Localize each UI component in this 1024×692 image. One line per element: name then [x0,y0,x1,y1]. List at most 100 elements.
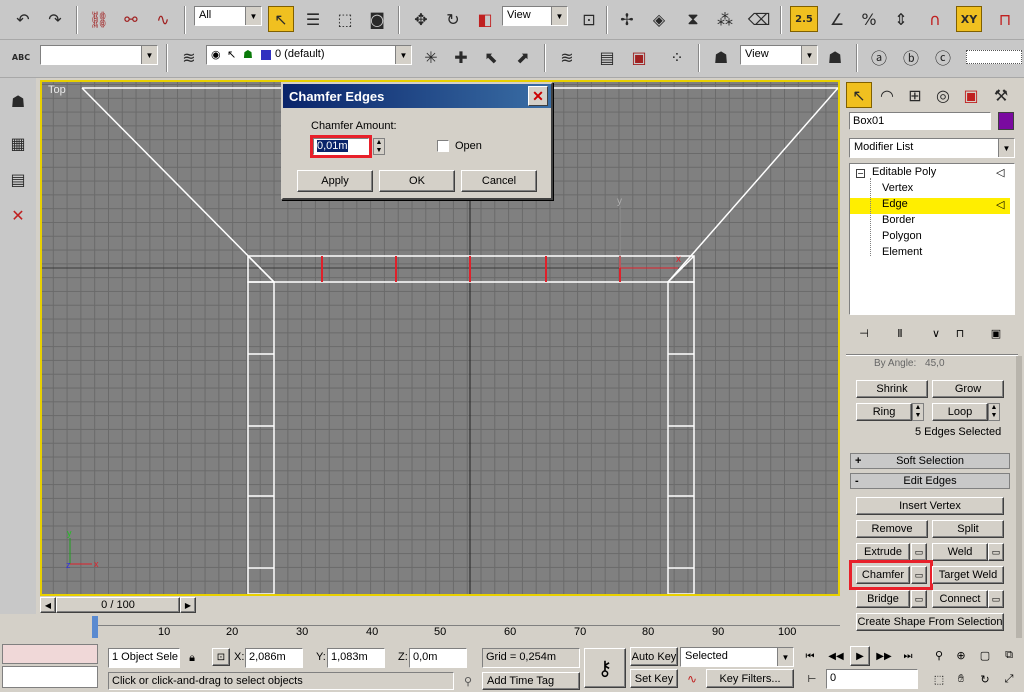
ring-spinner[interactable]: ▲ ▼ [912,403,924,421]
schematic-view-icon[interactable]: ▣ [626,44,652,70]
loop-button[interactable]: Loop [932,403,988,421]
render-b-icon[interactable]: ⓑ [898,44,924,70]
manipulate-icon[interactable]: ✢ [614,6,640,32]
chamfer-settings-icon[interactable]: ▭ [911,566,927,584]
render-view-dropdown[interactable]: View ▼ [740,45,818,65]
soft-selection-rollout[interactable]: + Soft Selection [850,453,1010,469]
mirror-icon[interactable]: ⧗ [680,6,706,32]
object-name-field[interactable]: Box01 [849,112,991,130]
ok-button[interactable]: OK [379,170,455,192]
key-icon[interactable]: ⚷ [584,648,626,688]
configure-sets-icon[interactable]: ▣ [987,324,1005,342]
z-coordinate[interactable]: 0,0m [409,648,467,668]
zoom-extents-all-icon[interactable]: ⧉ [1000,646,1018,664]
remove-modifier-icon[interactable]: ⊓ [951,324,969,342]
render-a-icon[interactable]: ⓐ [866,44,892,70]
bridge-settings-icon[interactable]: ▭ [911,590,927,608]
undo-icon[interactable]: ↶ [10,6,36,32]
go-to-end-icon[interactable]: ⏭ [898,648,918,664]
cancel-button[interactable]: Cancel [461,170,537,192]
bind-space-warp-icon[interactable]: ∿ [150,6,176,32]
key-mode-dropdown[interactable]: Selected ▼ [680,647,794,667]
snap-toggle-icon[interactable]: 2.5 [790,6,818,32]
edit-named-selection-icon[interactable]: ⊓ [992,6,1018,32]
chamfer-amount-spinner[interactable]: ▲ ▼ [373,138,385,155]
document-icon[interactable]: ▤ [5,166,31,192]
psd-disabled-icon[interactable]: ✕ [5,202,31,228]
chamfer-button[interactable]: Chamfer [856,566,910,584]
rectangular-selection-icon[interactable]: ⬚ [332,6,358,32]
grow-button[interactable]: Grow [932,380,1004,398]
auto-key-button[interactable]: Auto Key [630,647,678,666]
open-checkbox[interactable] [437,140,449,152]
window-crossing-icon[interactable]: ◙ [364,6,390,32]
select-by-name-icon[interactable]: ☰ [300,6,326,32]
bridge-button[interactable]: Bridge [856,590,910,608]
angle-snap-icon[interactable]: ∠ [824,6,850,32]
layer-manager-icon[interactable]: ≋ [176,44,202,70]
zoom-extents-icon[interactable]: ▢ [976,646,994,664]
pivot-center-icon[interactable]: ⊡ [576,6,602,32]
add-time-tag-button[interactable]: Add Time Tag [482,672,580,690]
spinner-snap-icon[interactable]: ⇕ [888,6,914,32]
pin-stack-icon[interactable]: ⊣ [855,324,873,342]
maximize-viewport-icon[interactable]: ⤢ [1000,670,1018,688]
layers-icon[interactable]: ≋ [554,44,580,70]
pan-icon[interactable]: ✋︎ [952,670,970,688]
stack-item-edge[interactable]: Edge ◁ [850,198,1010,214]
selection-filter-dropdown[interactable]: All ▼ [194,6,262,26]
key-filters-button[interactable]: Key Filters... [706,669,794,688]
lock-icon[interactable]: 🔒︎ [184,650,200,666]
key-tangent-icon[interactable]: ∿ [682,670,702,688]
go-to-start-icon[interactable]: ⏮ [800,648,820,664]
render-setup-icon[interactable]: ☗ [708,44,734,70]
motion-tab-icon[interactable]: ◎ [930,82,956,108]
extrude-settings-icon[interactable]: ▭ [911,543,927,561]
eraser-icon[interactable]: ⌫ [746,6,772,32]
maxscript-listener[interactable] [2,644,98,664]
stack-root-editable-poly[interactable]: − Editable Poly ◁ [850,166,1010,182]
chamfer-amount-input[interactable]: 0,01m [310,135,372,158]
align-icon[interactable]: ⁂ [712,6,738,32]
x-coordinate[interactable]: 2,086m [245,648,303,668]
stack-item-border[interactable]: Border [850,214,1010,230]
select-and-link-icon[interactable]: ⛓ [86,6,112,32]
select-in-layer-icon[interactable]: ⬉ [478,44,504,70]
select-and-move-icon[interactable]: ✥ [408,6,434,32]
current-frame-field[interactable]: 0 [826,669,918,689]
create-tab-icon[interactable]: ↖ [846,82,872,108]
create-layer-icon[interactable]: ✳ [418,44,444,70]
previous-frame-icon[interactable]: ◀◀ [826,648,846,664]
zoom-all-icon[interactable]: ⊕ [952,646,970,664]
constraint-xy-icon[interactable]: XY [956,6,982,32]
time-tag-icon[interactable]: ⚲ [458,672,478,690]
quick-render-icon[interactable]: ☗ [822,44,848,70]
hierarchy-tab-icon[interactable]: ⊞ [902,82,928,108]
time-slider[interactable]: ◀ 0 / 100 ▶ [40,596,840,614]
add-to-layer-icon[interactable]: ✚ [448,44,474,70]
ring-button[interactable]: Ring [856,403,912,421]
create-shape-button[interactable]: Create Shape From Selection [856,613,1004,631]
object-color-swatch[interactable] [998,112,1014,130]
percent-snap-icon[interactable]: % [856,6,882,32]
loop-spinner[interactable]: ▲ ▼ [988,403,1000,421]
material-editor-icon[interactable]: ⁘ [664,44,690,70]
layer-dropdown[interactable]: ◉ ↖ ☗ 0 (default) ▼ [206,45,412,65]
make-unique-icon[interactable]: ∨ [927,324,945,342]
apply-button[interactable]: Apply [297,170,373,192]
absolute-mode-icon[interactable]: ⊡ [212,648,230,666]
utilities-tab-icon[interactable]: ⚒ [988,82,1014,108]
y-coordinate[interactable]: 1,083m [327,648,385,668]
select-and-scale-icon[interactable]: ◧ [472,6,498,32]
weld-button[interactable]: Weld [932,543,988,561]
stack-item-vertex[interactable]: Vertex [850,182,1010,198]
split-button[interactable]: Split [932,520,1004,538]
connect-button[interactable]: Connect [932,590,988,608]
select-object-icon[interactable]: ↖ [268,6,294,32]
modifier-list-dropdown[interactable]: Modifier List ▼ [849,138,1015,158]
next-frame-icon[interactable]: ▶▶ [874,648,894,664]
keyboard-shortcut-icon[interactable]: ◈ [646,6,672,32]
zoom-icon[interactable]: ⚲ [930,646,948,664]
play-icon[interactable]: ▶ [850,646,870,666]
set-key-button[interactable]: Set Key [630,669,678,688]
